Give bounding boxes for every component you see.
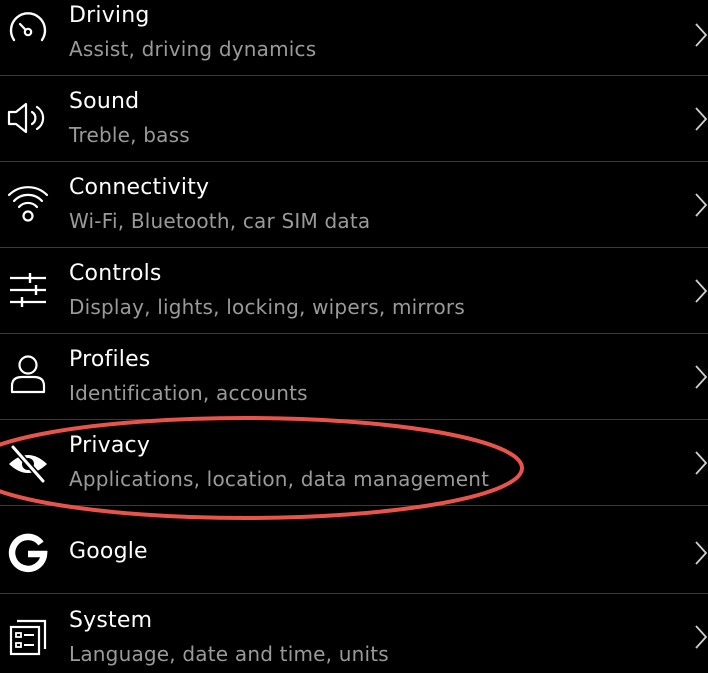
settings-item-title: Google bbox=[69, 539, 148, 564]
settings-item-subtitle: Display, lights, locking, wipers, mirror… bbox=[69, 295, 465, 319]
settings-item-subtitle: Treble, bass bbox=[69, 123, 190, 147]
settings-item-privacy[interactable]: Privacy Applications, location, data man… bbox=[0, 420, 708, 506]
chevron-right-icon bbox=[694, 624, 708, 650]
settings-item-subtitle: Identification, accounts bbox=[69, 381, 308, 405]
settings-item-title: Controls bbox=[69, 261, 162, 286]
gauge-icon bbox=[6, 9, 50, 53]
google-icon bbox=[6, 530, 50, 574]
settings-item-title: Profiles bbox=[69, 347, 151, 372]
settings-item-subtitle: Assist, driving dynamics bbox=[69, 37, 317, 61]
chevron-right-icon bbox=[694, 278, 708, 304]
chevron-right-icon bbox=[694, 192, 708, 218]
settings-item-title: System bbox=[69, 608, 153, 633]
settings-item-title: Driving bbox=[69, 3, 150, 28]
eye-off-icon bbox=[6, 442, 50, 486]
settings-item-profiles[interactable]: Profiles Identification, accounts bbox=[0, 334, 708, 420]
chevron-right-icon bbox=[694, 106, 708, 132]
settings-item-title: Privacy bbox=[69, 433, 151, 458]
settings-item-subtitle: Wi-Fi, Bluetooth, car SIM data bbox=[69, 209, 371, 233]
chevron-right-icon bbox=[694, 364, 708, 390]
settings-item-system[interactable]: System Language, date and time, units bbox=[0, 594, 708, 673]
speaker-icon bbox=[6, 96, 50, 140]
settings-item-google[interactable]: Google bbox=[0, 506, 708, 594]
wifi-icon bbox=[6, 180, 50, 224]
settings-item-title: Sound bbox=[69, 89, 140, 114]
settings-item-controls[interactable]: Controls Display, lights, locking, wiper… bbox=[0, 248, 708, 334]
settings-item-title: Connectivity bbox=[69, 175, 210, 200]
system-icon bbox=[6, 614, 50, 658]
settings-item-driving[interactable]: Driving Assist, driving dynamics bbox=[0, 0, 708, 76]
settings-item-subtitle: Applications, location, data management bbox=[69, 467, 490, 491]
sliders-icon bbox=[6, 268, 50, 312]
settings-item-sound[interactable]: Sound Treble, bass bbox=[0, 76, 708, 162]
settings-list: Driving Assist, driving dynamics Sound T… bbox=[0, 0, 708, 673]
settings-item-subtitle: Language, date and time, units bbox=[69, 642, 389, 666]
person-icon bbox=[6, 352, 50, 396]
chevron-right-icon bbox=[694, 22, 708, 48]
chevron-right-icon bbox=[694, 450, 708, 476]
chevron-right-icon bbox=[694, 540, 708, 566]
settings-item-connectivity[interactable]: Connectivity Wi-Fi, Bluetooth, car SIM d… bbox=[0, 162, 708, 248]
